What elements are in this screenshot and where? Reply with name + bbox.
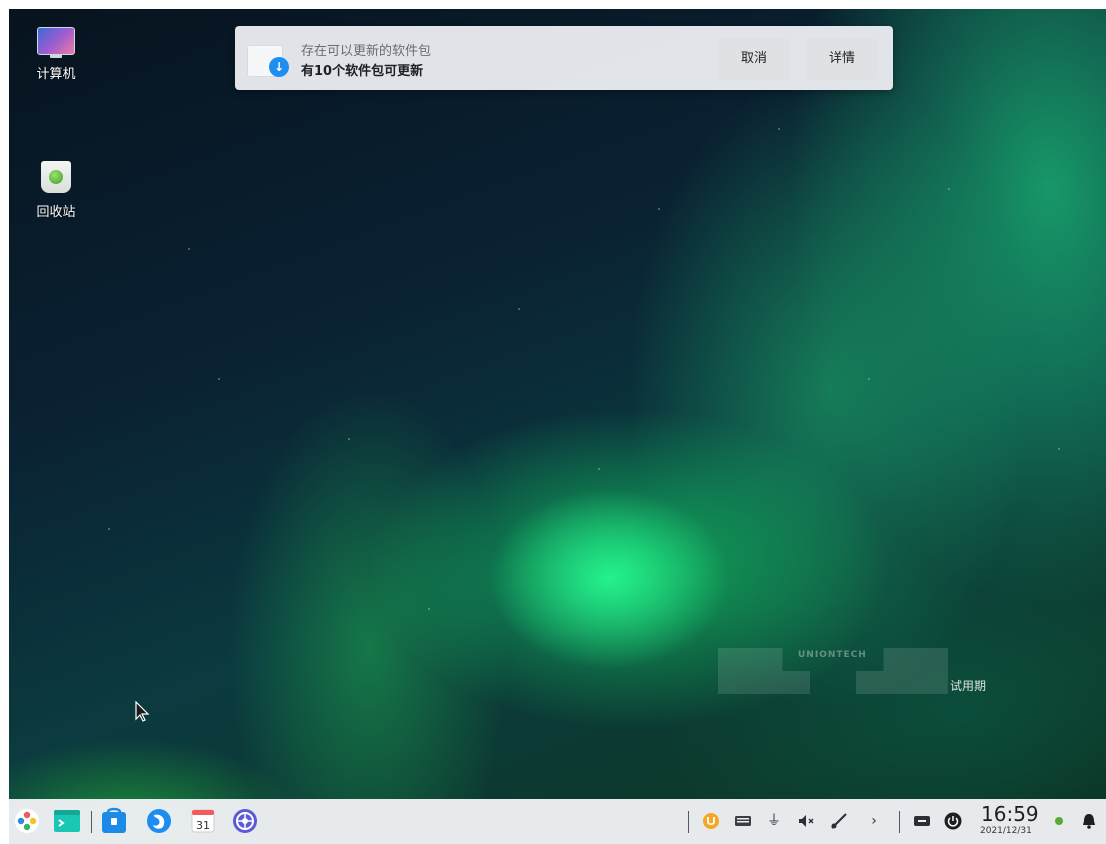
desktop-icon-computer[interactable]: 计算机 [16, 27, 96, 82]
notification-title: 存在可以更新的软件包 [301, 44, 432, 59]
package-update-icon: ↓ [247, 39, 289, 77]
app-store-icon[interactable] [100, 807, 128, 835]
desktop: 计算机 回收站 ↓ 存在可以更新的软件包 有10个软件包可更新 取消 详情 UN… [9, 9, 1106, 844]
launcher-icon[interactable] [13, 807, 41, 835]
network-icon[interactable] [830, 812, 848, 830]
taskbar: 31 ⏚ › 16:59 2021/12/31 [9, 799, 1106, 844]
terminal-icon[interactable] [53, 807, 81, 835]
calendar-day: 31 [196, 819, 210, 832]
computer-icon [37, 27, 75, 58]
calendar-icon[interactable]: 31 [189, 807, 217, 835]
clock-time[interactable]: 16:59 [981, 803, 1039, 825]
details-button[interactable]: 详情 [805, 38, 879, 80]
browser-icon[interactable] [145, 807, 173, 835]
power-icon[interactable] [944, 812, 962, 830]
notification-bell-icon[interactable] [1080, 812, 1098, 830]
desktop-icon-trash[interactable]: 回收站 [16, 159, 96, 220]
uos-icon[interactable] [702, 812, 720, 830]
update-notification: ↓ 存在可以更新的软件包 有10个软件包可更新 取消 详情 [235, 26, 893, 90]
watermark-logo-shape [856, 648, 948, 694]
expand-icon[interactable]: › [865, 812, 883, 830]
taskbar-separator [91, 811, 92, 833]
trial-label: 试用期 [950, 679, 987, 693]
taskbar-separator [688, 811, 689, 833]
taskbar-separator [899, 811, 900, 833]
notification-body: 有10个软件包可更新 [301, 64, 424, 79]
volume-muted-icon[interactable] [797, 812, 815, 830]
usb-icon[interactable]: ⏚ [765, 812, 783, 830]
desktop-icon-label: 回收站 [36, 205, 76, 220]
mouse-cursor-icon [135, 701, 150, 722]
settings-icon[interactable] [231, 807, 259, 835]
watermark-logo-shape [718, 648, 810, 694]
uniontech-watermark: UNIONTECH 试用期 [718, 646, 1008, 696]
desktop-icon-label: 计算机 [36, 67, 76, 82]
keyboard-icon[interactable] [734, 812, 752, 830]
cancel-button[interactable]: 取消 [717, 38, 791, 80]
trash-icon [39, 159, 73, 195]
user-icon[interactable] [1050, 812, 1068, 830]
watermark-brand: UNIONTECH [798, 650, 867, 660]
onscreen-keyboard-icon[interactable] [913, 812, 931, 830]
clock-date[interactable]: 2021/12/31 [980, 826, 1032, 836]
